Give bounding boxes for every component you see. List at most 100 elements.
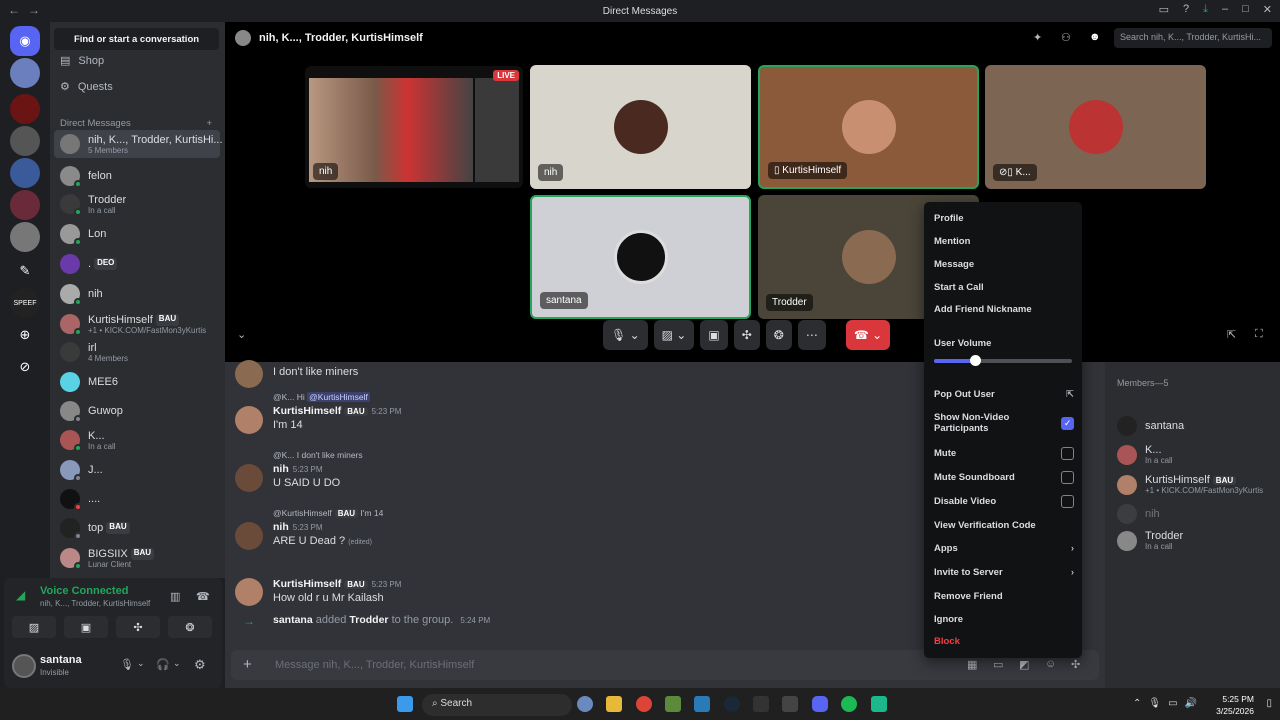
dm-item[interactable]: irl 4 Members: [54, 338, 220, 366]
dm-item[interactable]: felon: [54, 162, 220, 190]
message-author[interactable]: KurtisHimself BAU 5:23 PM: [273, 405, 873, 417]
server-icon[interactable]: ✎: [10, 256, 40, 286]
menu-item-ignore[interactable]: Ignore: [934, 614, 1074, 625]
members-icon[interactable]: ☻: [1089, 31, 1101, 43]
sticker-icon[interactable]: ◩: [1019, 658, 1029, 671]
checkbox[interactable]: [1061, 495, 1074, 508]
collapse-chevron-icon[interactable]: ⌄: [237, 328, 246, 341]
avatar[interactable]: [12, 654, 36, 678]
menu-item-mute-soundboard[interactable]: Mute Soundboard: [934, 471, 1074, 484]
activities-button[interactable]: ✣: [116, 616, 160, 638]
member-item[interactable]: santana: [1117, 416, 1184, 436]
pin-icon[interactable]: ✦: [1033, 31, 1042, 44]
discord-taskbar-icon[interactable]: [812, 696, 828, 712]
video-tile[interactable]: nih: [530, 65, 751, 189]
dm-item[interactable]: K... In a call: [54, 426, 220, 454]
dm-item[interactable]: . DEO: [54, 250, 220, 278]
mention[interactable]: @KurtisHimself: [307, 392, 370, 402]
video-tile[interactable]: ▯ KurtisHimself: [758, 65, 979, 189]
message-author[interactable]: KurtisHimself BAU 5:23 PM: [273, 578, 873, 590]
spotify-icon[interactable]: [841, 696, 857, 712]
server-icon[interactable]: [10, 126, 40, 156]
gif-icon[interactable]: ▭: [993, 658, 1003, 671]
dm-item[interactable]: KurtisHimself BAU +1 • KICK.COM/FastMon3yK…: [54, 310, 220, 338]
discover-icon[interactable]: ⊘: [10, 352, 40, 382]
avatar[interactable]: [235, 464, 263, 492]
nav-quests[interactable]: ⚙ Quests: [60, 80, 113, 94]
avatar[interactable]: [235, 522, 263, 550]
dm-item[interactable]: ....: [54, 485, 220, 513]
menu-item-start-call[interactable]: Start a Call: [934, 282, 1074, 293]
chevron-down-icon[interactable]: ⌄: [137, 658, 145, 669]
app-icon[interactable]: [871, 696, 887, 712]
tray-icons[interactable]: ⌃🎙▭🔊: [1133, 698, 1204, 709]
add-dm-button[interactable]: +: [206, 118, 212, 129]
chevron-down-icon[interactable]: ⌄: [173, 658, 181, 669]
dm-item[interactable]: nih, K..., Trodder, KurtisHi... 5 Members: [54, 130, 223, 158]
file-explorer-icon[interactable]: [606, 696, 622, 712]
app-icon[interactable]: [782, 696, 798, 712]
apps-icon[interactable]: ✣: [1071, 658, 1080, 671]
server-icon[interactable]: [10, 190, 40, 220]
plus-icon[interactable]: +: [243, 656, 252, 673]
member-item[interactable]: KurtisHimself BAU +1 • KICK.COM/FastMon3yK…: [1117, 474, 1263, 495]
menu-item-verification[interactable]: View Verification Code: [934, 520, 1074, 531]
avatar[interactable]: [235, 578, 263, 606]
screenshare-button[interactable]: ▣: [64, 616, 108, 638]
system-actor[interactable]: santana: [273, 614, 313, 626]
steam-icon[interactable]: [724, 696, 740, 712]
reply-preview[interactable]: @K... I don't like miners: [273, 450, 873, 460]
headphones-icon[interactable]: 🎧: [156, 658, 170, 671]
checkbox[interactable]: [1061, 447, 1074, 460]
add-friends-icon[interactable]: ⚇: [1061, 31, 1071, 44]
menu-item-remove-friend[interactable]: Remove Friend: [934, 591, 1074, 602]
message-author[interactable]: nih 5:23 PM: [273, 463, 873, 475]
gear-icon[interactable]: ⚙: [194, 657, 206, 673]
menu-item-mute[interactable]: Mute: [934, 447, 1074, 460]
menu-item-pop-out[interactable]: Pop Out User ⇱: [934, 389, 1074, 400]
dm-item[interactable]: Lon: [54, 220, 220, 248]
menu-item-message[interactable]: Message: [934, 259, 1074, 270]
nav-shop[interactable]: ▤ Shop: [60, 54, 104, 68]
voice-channel[interactable]: nih, K..., Trodder, KurtisHimself: [40, 599, 150, 608]
dm-item[interactable]: J...: [54, 456, 220, 484]
emoji-icon[interactable]: ☺: [1045, 658, 1056, 670]
windows-start-icon[interactable]: [397, 696, 413, 712]
system-target[interactable]: Trodder: [349, 614, 388, 626]
reply-preview[interactable]: @K... Hi @KurtisHimself: [273, 392, 873, 402]
screenshare-button[interactable]: ▣: [700, 320, 728, 350]
menu-item-disable-video[interactable]: Disable Video: [934, 495, 1074, 508]
activities-button[interactable]: ✣: [733, 320, 760, 350]
notification-icon[interactable]: ▯: [1266, 698, 1272, 709]
member-item[interactable]: Trodder In a call: [1117, 530, 1183, 551]
discord-home-icon[interactable]: ◉: [10, 26, 40, 56]
dm-item[interactable]: MEE6: [54, 368, 220, 396]
popout-icon[interactable]: ⇱: [1227, 328, 1236, 341]
video-tile[interactable]: santana: [530, 195, 751, 319]
server-icon[interactable]: [10, 222, 40, 252]
dm-item[interactable]: Guwop: [54, 397, 220, 425]
camera-button[interactable]: ▨ ⌄: [653, 320, 695, 350]
member-item[interactable]: nih: [1117, 504, 1160, 524]
chrome-icon[interactable]: [636, 696, 652, 712]
user-volume-slider[interactable]: [934, 355, 1072, 366]
video-tile[interactable]: LIVE nih: [305, 66, 523, 188]
avatar[interactable]: [235, 406, 263, 434]
volume-knob[interactable]: [970, 355, 982, 366]
help-icon[interactable]: ?: [1183, 3, 1189, 16]
menu-item-add-nickname[interactable]: Add Friend Nickname: [934, 304, 1074, 315]
add-server-icon[interactable]: ⊕: [10, 320, 40, 350]
menu-item-profile[interactable]: Profile: [934, 213, 1074, 224]
menu-item-apps[interactable]: Apps ›: [934, 543, 1074, 554]
settings-app-icon[interactable]: [577, 696, 593, 712]
checkbox-checked[interactable]: ✓: [1061, 416, 1074, 430]
nav-arrows[interactable]: ←→: [8, 3, 48, 17]
avatar[interactable]: [235, 360, 263, 388]
dm-item[interactable]: Trodder In a call: [54, 190, 220, 218]
reply-preview[interactable]: @KurtisHimself BAU I'm 14: [273, 508, 873, 518]
menu-item-invite[interactable]: Invite to Server ›: [934, 567, 1074, 578]
disconnect-icon[interactable]: ☎: [196, 590, 210, 603]
video-off-button[interactable]: ▨: [12, 616, 56, 638]
inbox-icon[interactable]: ▭: [1159, 3, 1169, 16]
server-icon[interactable]: [10, 58, 40, 88]
